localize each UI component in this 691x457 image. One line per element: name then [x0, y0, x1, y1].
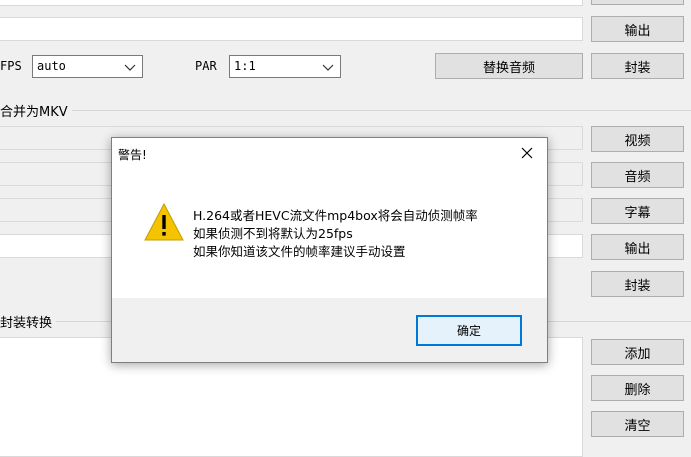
mkv-mux-button[interactable]: 封装 — [591, 271, 684, 297]
fps-select[interactable]: auto — [32, 55, 143, 78]
dialog-message-line: 如果侦测不到将默认为25fps — [193, 226, 353, 241]
mkv-section-title: 合并为MKV — [0, 101, 72, 120]
add-button[interactable]: 添加 — [591, 339, 684, 365]
warning-dialog: 警告! H.264或者HEVC流文件mp4box将会自动侦测帧率 如果侦测不到将… — [111, 137, 548, 363]
dialog-message-line: H.264或者HEVC流文件mp4box将会自动侦测帧率 — [193, 208, 478, 223]
ok-button[interactable]: 确定 — [416, 315, 522, 346]
dialog-message: H.264或者HEVC流文件mp4box将会自动侦测帧率 如果侦测不到将默认为2… — [193, 207, 478, 261]
audio-button[interactable]: 音频 — [591, 162, 684, 188]
dialog-title: 警告! — [118, 148, 147, 162]
par-select[interactable]: 1:1 — [229, 55, 341, 78]
par-value: 1:1 — [234, 59, 256, 73]
chevron-down-icon — [322, 64, 334, 71]
video-button[interactable]: 视频 — [591, 126, 684, 152]
output-path-field[interactable] — [0, 17, 583, 41]
top-field-1[interactable] — [0, 0, 583, 6]
dialog-message-line: 如果你知道该文件的帧率建议手动设置 — [193, 244, 406, 259]
replace-audio-button[interactable]: 替换音频 — [435, 53, 583, 79]
mkv-output-button[interactable]: 输出 — [591, 234, 684, 260]
dialog-footer: 确定 — [112, 298, 547, 362]
close-icon[interactable] — [519, 145, 535, 161]
delete-button[interactable]: 删除 — [591, 375, 684, 401]
convert-section-title: 封装转换 — [0, 312, 57, 331]
fps-label: FPS — [0, 59, 22, 73]
warning-icon — [144, 202, 184, 241]
fps-value: auto — [37, 59, 66, 73]
clear-button[interactable]: 清空 — [591, 411, 684, 437]
top-partial-button[interactable] — [591, 0, 684, 5]
mkv-group-border — [0, 110, 691, 111]
chevron-down-icon — [124, 64, 136, 71]
output-button[interactable]: 输出 — [591, 16, 684, 42]
mux-button[interactable]: 封装 — [591, 53, 684, 79]
par-label: PAR — [195, 59, 217, 73]
subtitle-button[interactable]: 字幕 — [591, 198, 684, 224]
